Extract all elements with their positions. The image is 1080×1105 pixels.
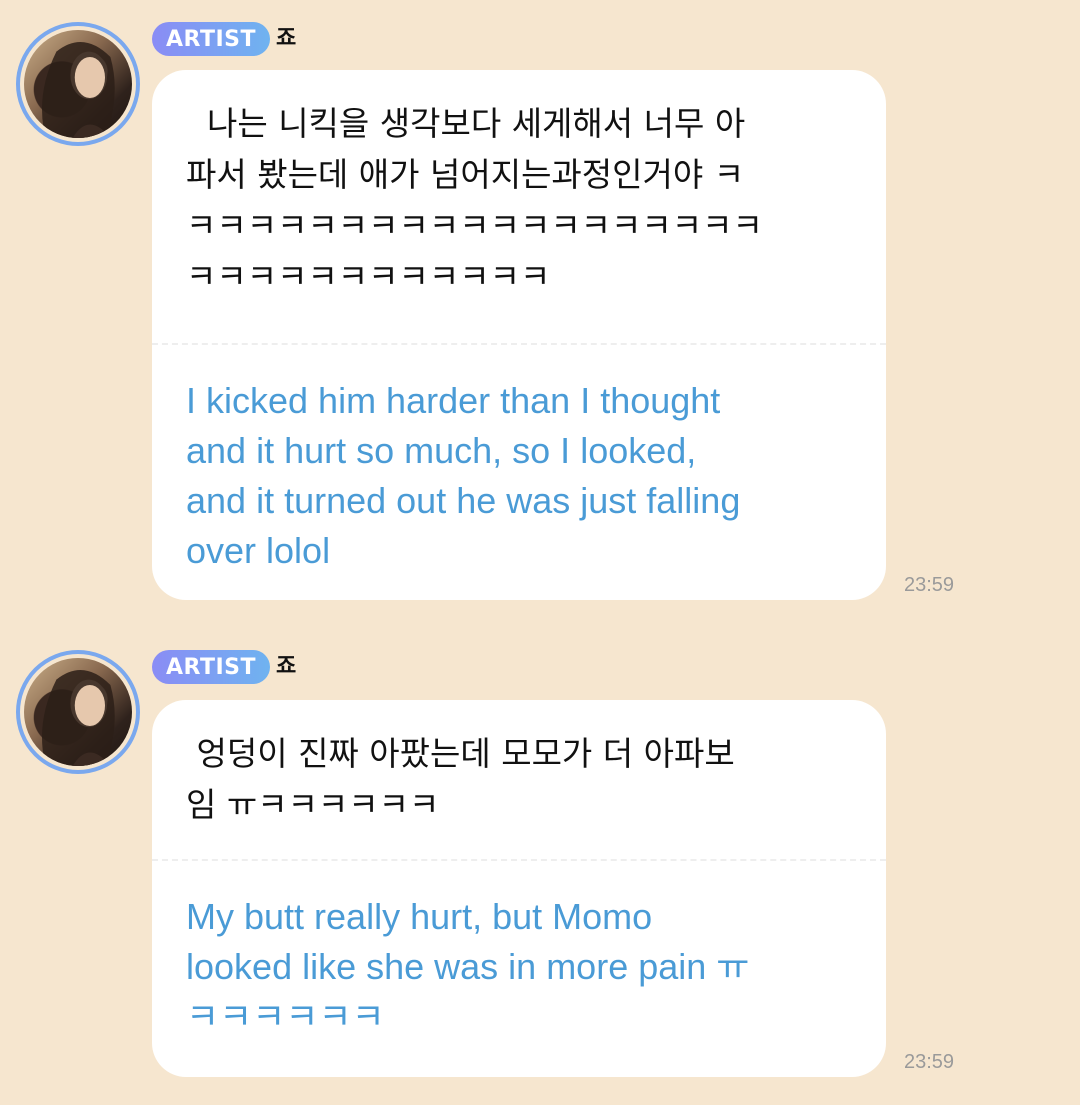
profile-photo-icon xyxy=(24,30,132,138)
translation-divider xyxy=(152,343,886,345)
profile-photo-icon xyxy=(24,658,132,766)
artist-badge: ARTIST xyxy=(152,22,270,56)
artist-badge: ARTIST xyxy=(152,650,270,684)
timestamp: 23:59 xyxy=(904,1051,955,1073)
timestamp: 23:59 xyxy=(904,574,955,596)
author-name: 죠 xyxy=(276,26,297,51)
message-bubble[interactable]: 엉덩이 진짜 아팠는데 모모가 더 아파보 임 ㅠㅋㅋㅋㅋㅋㅋ My butt … xyxy=(152,700,886,1077)
avatar[interactable] xyxy=(16,650,140,774)
original-text: 나는 니킥을 생각보다 세게해서 너무 아 파서 봤는데 애가 넘어지는과정인거… xyxy=(186,104,763,296)
translation-divider xyxy=(152,859,886,861)
message-bubble[interactable]: 나는 니킥을 생각보다 세게해서 너무 아 파서 봤는데 애가 넘어지는과정인거… xyxy=(152,70,886,600)
original-text: 엉덩이 진짜 아팠는데 모모가 더 아파보 임 ㅠㅋㅋㅋㅋㅋㅋ xyxy=(186,734,735,824)
author-name: 죠 xyxy=(276,654,297,679)
translated-text: I kicked him harder than I thought and i… xyxy=(186,380,741,571)
translated-text: My butt really hurt, but Momo looked lik… xyxy=(186,896,750,1037)
avatar[interactable] xyxy=(16,22,140,146)
